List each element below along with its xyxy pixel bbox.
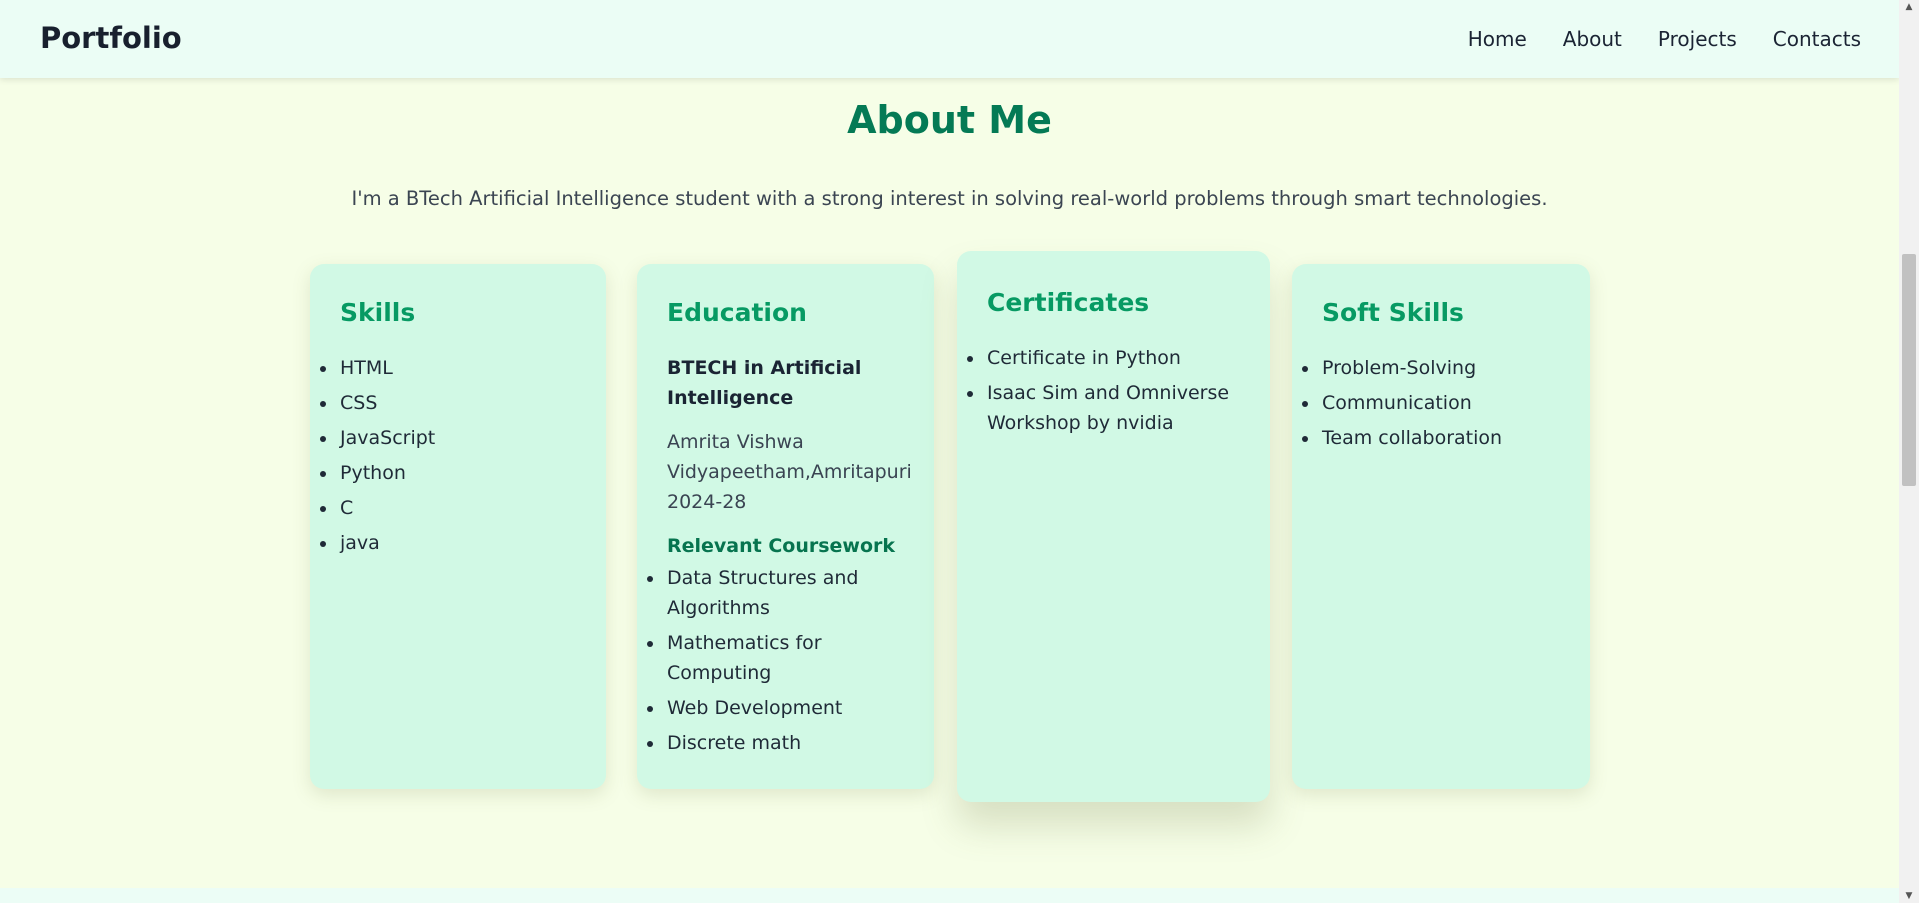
skills-list: HTML CSS JavaScript Python C java <box>320 353 576 558</box>
education-card-title: Education <box>667 298 807 327</box>
nav-link-contacts[interactable]: Contacts <box>1773 27 1861 51</box>
list-item: Problem-Solving <box>1302 353 1560 383</box>
list-item: HTML <box>320 353 576 383</box>
list-item: Discrete math <box>647 728 904 758</box>
certificates-list: Certificate in Python Isaac Sim and Omni… <box>967 343 1240 438</box>
list-item: JavaScript <box>320 423 576 453</box>
nav-links: Home About Projects Contacts <box>1468 27 1861 51</box>
list-item: C <box>320 493 576 523</box>
scroll-up-arrow-icon[interactable]: ▲ <box>1899 0 1919 14</box>
list-item: Mathematics for Computing <box>647 628 904 688</box>
skills-card-title: Skills <box>340 298 416 327</box>
scroll-down-arrow-icon[interactable]: ▼ <box>1899 889 1919 903</box>
skills-card: Skills HTML CSS JavaScript Python C java <box>310 264 606 789</box>
nav-link-about[interactable]: About <box>1563 27 1622 51</box>
education-card: Education BTECH in Artificial Intelligen… <box>637 264 934 789</box>
education-degree: BTECH in Artificial Intelligence <box>667 357 862 409</box>
navbar: Portfolio Home About Projects Contacts <box>0 0 1899 78</box>
soft-skills-list: Problem-Solving Communication Team colla… <box>1302 353 1560 453</box>
education-school: Amrita Vishwa Vidyapeetham,Amritapuri 20… <box>667 431 912 513</box>
nav-link-projects[interactable]: Projects <box>1658 27 1737 51</box>
coursework-list: Data Structures and Algorithms Mathemati… <box>647 563 904 758</box>
next-section-edge <box>0 888 1899 903</box>
nav-link-home[interactable]: Home <box>1468 27 1527 51</box>
list-item: Python <box>320 458 576 488</box>
certificates-card: Certificates Certificate in Python Isaac… <box>957 251 1270 802</box>
list-item: java <box>320 528 576 558</box>
certificates-card-title: Certificates <box>987 288 1150 317</box>
list-item: Data Structures and Algorithms <box>647 563 904 623</box>
about-intro: I'm a BTech Artificial Intelligence stud… <box>351 187 1548 210</box>
about-title: About Me <box>847 98 1052 142</box>
list-item: Team collaboration <box>1302 423 1560 453</box>
list-item: Communication <box>1302 388 1560 418</box>
page: Portfolio Home About Projects Contacts A… <box>0 0 1899 903</box>
list-item: Certificate in Python <box>967 343 1240 373</box>
coursework-heading: Relevant Coursework <box>667 535 896 557</box>
list-item: CSS <box>320 388 576 418</box>
list-item: Isaac Sim and Omniverse Workshop by nvid… <box>967 378 1240 438</box>
brand-logo[interactable]: Portfolio <box>40 21 182 55</box>
list-item: Web Development <box>647 693 904 723</box>
soft-skills-card: Soft Skills Problem-Solving Communicatio… <box>1292 264 1590 789</box>
vertical-scrollbar[interactable]: ▲ ▼ <box>1899 0 1919 903</box>
soft-skills-card-title: Soft Skills <box>1322 298 1464 327</box>
scrollbar-thumb[interactable] <box>1902 254 1916 486</box>
